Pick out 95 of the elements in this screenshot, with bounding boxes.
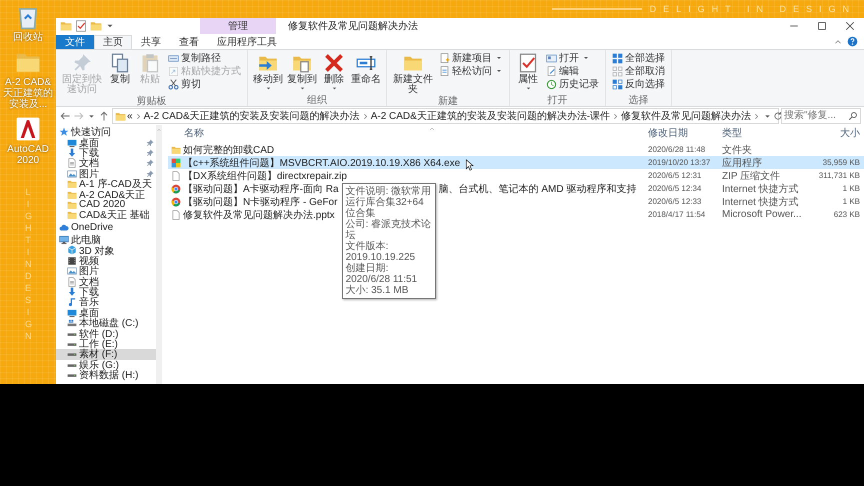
file-type: Microsoft Power...: [722, 209, 802, 220]
tooltip-text: 大小: 35.1 MB: [346, 284, 410, 296]
ribbon-group-label: 新建: [437, 96, 459, 107]
ribbon-tab[interactable]: 文件: [56, 35, 94, 49]
ribbon-button[interactable]: 删除: [320, 52, 348, 95]
column-header[interactable]: 名称: [168, 126, 648, 140]
window-title: 修复软件及常见问题解决办法: [287, 20, 419, 34]
file-size: 1 KB: [842, 197, 860, 206]
nav-item[interactable]: 音乐: [56, 297, 156, 308]
file-name: 【驱动问题】A卡驱动程序-面向 Ra: [183, 182, 339, 196]
nav-item[interactable]: A-1 序-CAD及天: [56, 178, 156, 190]
ribbon-button[interactable]: 打开: [544, 52, 601, 64]
tooltip-text: 公司: 睿派克技术论坛: [346, 218, 432, 240]
nav-item[interactable]: 文档: [56, 276, 156, 287]
ribbon-button[interactable]: 复制: [106, 52, 134, 96]
column-header[interactable]: 修改日期: [648, 126, 722, 140]
nav-item[interactable]: 快速访问: [56, 127, 156, 138]
banner-text: DELIGHT IN DESIGN: [650, 4, 856, 14]
nav-item[interactable]: 此电脑: [56, 234, 156, 246]
breadcrumb[interactable]: A-2 CAD&天正建筑的安装及安装问题的解决办法: [144, 109, 360, 123]
ribbon-tab[interactable]: 查看: [170, 35, 208, 49]
file-name: 修复软件及常见问题解决办法.pptx: [183, 208, 335, 222]
file-size: 311,731 KB: [818, 171, 860, 180]
ribbon-group-label: 选择: [628, 95, 650, 106]
ribbon-button[interactable]: 重命名: [350, 52, 382, 95]
ribbon-button[interactable]: 新建项目: [437, 52, 505, 64]
nav-item[interactable]: CAD&天正 基础: [56, 210, 156, 221]
file-type: 应用程序: [722, 158, 762, 168]
ribbon-button[interactable]: 新建文件夹: [391, 52, 435, 96]
ribbon-button[interactable]: 编辑: [544, 65, 601, 77]
nav-item[interactable]: 资料数据 (H:): [56, 370, 156, 380]
file-row[interactable]: 【c++系统组件问题】MSVBCRT.AIO.2019.10.19.X86 X64.exe 2019/10/20 13:37 应用程序 35,959 KB: [168, 156, 864, 169]
modified-date: 2020/6/28 11:48: [648, 145, 706, 154]
ribbon-button[interactable]: 轻松访问: [437, 65, 505, 77]
ribbon-button[interactable]: 剪切: [166, 78, 243, 90]
ribbon-tab[interactable]: 应用程序工具: [208, 35, 286, 49]
modified-date: 2020/6/5 12:31: [648, 171, 702, 180]
modified-date: 2020/6/5 12:33: [648, 197, 702, 206]
file-type: Internet 快捷方式: [722, 184, 799, 194]
ribbon-button[interactable]: 反向选择: [610, 78, 667, 90]
file-name: 【c++系统组件问题】MSVBCRT.AIO.2019.10.19.X86 X64.exe: [183, 156, 460, 170]
ribbon-group-label: 组织: [306, 95, 328, 106]
ribbon-button[interactable]: 历史记录: [544, 78, 601, 90]
nav-item[interactable]: 图片: [56, 266, 156, 276]
ribbon-button[interactable]: 移动到: [252, 52, 284, 95]
breadcrumb[interactable]: A-2 CAD&天正建筑的安装及安装问题的解决办法-课件: [370, 109, 610, 123]
ribbon-group-label: 打开: [546, 95, 568, 106]
file-size: 35,959 KB: [822, 158, 860, 167]
nav-item[interactable]: 图片: [56, 168, 156, 179]
address-bar[interactable]: « A-2 CAD&天正建筑的安装及安装问题的解决办法 A-2 CAD&天正建筑的安装及安装问题的解决办法-课件 修复软件及常见问题解决办法: [112, 108, 779, 124]
ribbon-tab[interactable]: 主页: [94, 35, 132, 49]
ribbon-button[interactable]: 复制路径: [166, 52, 243, 64]
ribbon-button[interactable]: 复制到: [286, 52, 318, 95]
nav-item[interactable]: 软件 (D:): [56, 328, 156, 339]
context-tab-header: 管理: [200, 18, 276, 34]
nav-item[interactable]: 本地磁盘 (C:): [56, 318, 156, 328]
nav-item[interactable]: 素材 (F:): [56, 349, 156, 360]
file-name: 如何完整的卸载CAD: [183, 144, 274, 156]
ribbon-button[interactable]: 属性: [514, 52, 542, 95]
nav-item[interactable]: 娱乐 (G:): [56, 360, 156, 370]
ribbon-tab[interactable]: 共享: [132, 35, 170, 49]
nav-item[interactable]: CAD 2020: [56, 200, 156, 210]
side-banner-text: LIGHT IN DESIGN: [25, 186, 31, 342]
nav-item[interactable]: 文档: [56, 158, 156, 169]
tooltip-text: 文件说明: 微软常用运行库合集32+64位合集: [346, 186, 432, 218]
ribbon-button[interactable]: 全部取消: [610, 65, 667, 77]
file-type: Internet 快捷方式: [722, 196, 799, 208]
overflow-button[interactable]: «: [127, 110, 133, 122]
column-header[interactable]: 大小: [810, 126, 864, 140]
modified-date: 2019/10/20 13:37: [648, 158, 710, 167]
search-field[interactable]: 搜索"修复...: [781, 108, 861, 124]
modified-date: 2020/6/5 12:34: [648, 184, 702, 193]
breadcrumb[interactable]: 修复软件及常见问题解决办法: [621, 109, 752, 123]
tooltip-text: 创建日期: 2020/6/28 11:51: [346, 262, 418, 284]
ribbon-button[interactable]: 全部选择: [610, 52, 667, 64]
nav-item[interactable]: 桌面: [56, 308, 156, 318]
column-header[interactable]: 类型: [722, 126, 810, 140]
nav-item[interactable]: 3D 对象: [56, 245, 156, 256]
file-name: 【DX系统组件问题】directxrepair.zip: [183, 170, 347, 182]
nav-item[interactable]: 下载: [56, 286, 156, 298]
nav-item[interactable]: 桌面: [56, 137, 156, 148]
tooltip-text: 文件版本: 2019.10.19.225: [346, 240, 416, 262]
file-name: 【驱动问题】N卡驱动程序 - GeFor: [183, 196, 338, 208]
nav-item[interactable]: 工作 (E:): [56, 338, 156, 350]
file-type: ZIP 压缩文件: [722, 170, 780, 182]
ribbon-group-label: 剪贴板: [136, 96, 168, 107]
file-type: 文件夹: [722, 144, 752, 156]
nav-item[interactable]: A-2 CAD&天正: [56, 189, 156, 200]
nav-item[interactable]: OneDrive: [56, 222, 156, 233]
nav-item[interactable]: 视频: [56, 256, 156, 266]
nav-item[interactable]: 下载: [56, 148, 156, 158]
file-size: 623 KB: [834, 210, 860, 219]
file-name: 脑、台式机、笔记本的 AMD 驱动程序和支持: [438, 182, 636, 196]
file-size: 1 KB: [842, 184, 860, 193]
modified-date: 2018/4/17 11:54: [648, 210, 706, 219]
